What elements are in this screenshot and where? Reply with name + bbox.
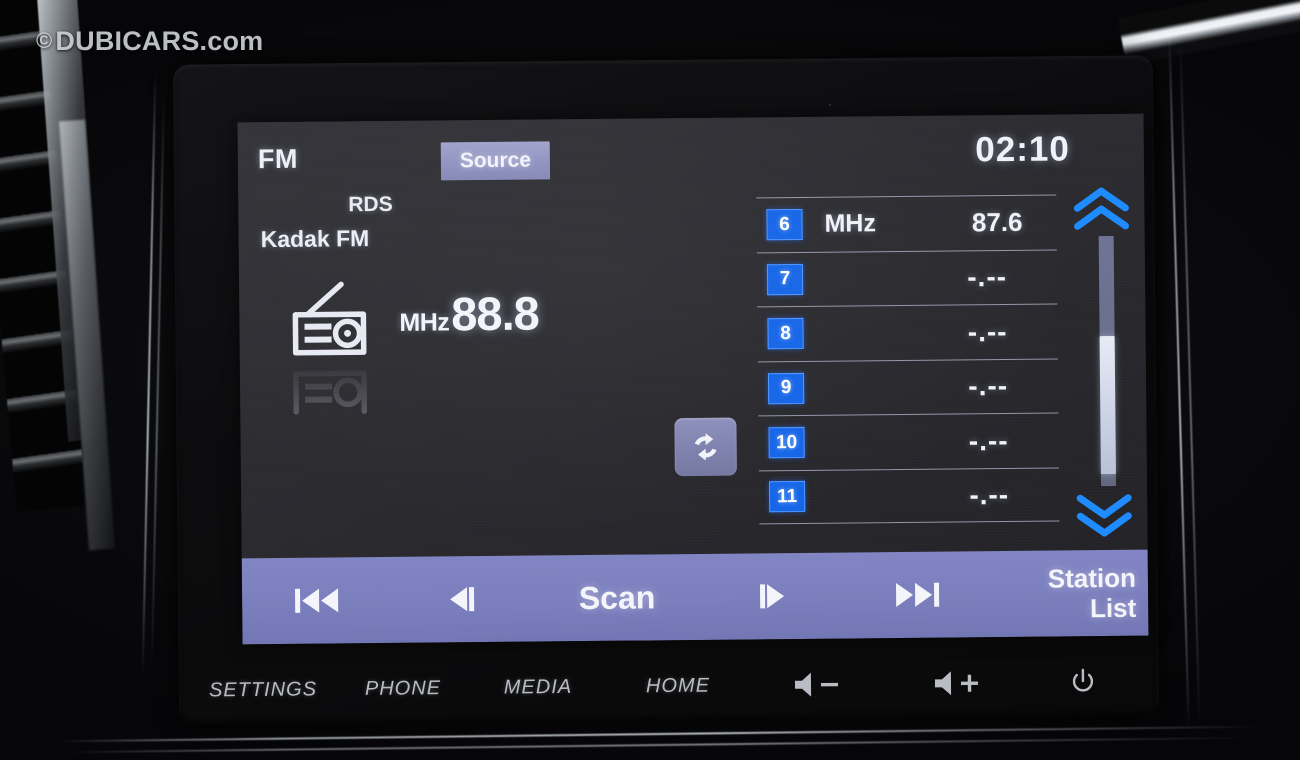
settings-button[interactable]: SETTINGS — [188, 658, 339, 721]
preset-unit: MHz — [824, 209, 877, 238]
station-list-line2: List — [1089, 592, 1137, 624]
volume-up-icon — [934, 671, 979, 696]
tune-up-button[interactable] — [702, 553, 843, 640]
station-list-button[interactable]: Station List — [990, 550, 1141, 637]
current-frequency: MHz 88.8 — [399, 285, 539, 341]
chevron-double-up-icon — [1073, 187, 1130, 230]
preset-value: -.-- — [967, 315, 1008, 348]
watermark-text: DUBICARS.com — [55, 26, 264, 56]
volume-down-icon — [794, 672, 839, 697]
preset-value: -.-- — [968, 424, 1009, 457]
scrollbar-thumb[interactable] — [1099, 335, 1116, 475]
preset-value: -.-- — [968, 370, 1009, 402]
skip-next-icon — [895, 582, 940, 608]
preset-station-list: 6 MHz 87.6 7 -.-- 8 -.-- 9 -.-- 10 -.-- … — [756, 194, 1060, 525]
preset-number: 8 — [767, 318, 804, 350]
tune-down-icon — [450, 587, 475, 612]
preset-row[interactable]: 6 MHz 87.6 — [756, 194, 1057, 252]
phone-button[interactable]: PHONE — [338, 657, 469, 720]
preset-row[interactable]: 9 -.-- — [757, 357, 1059, 416]
power-button[interactable] — [1028, 650, 1139, 713]
previous-station-button[interactable] — [242, 557, 393, 644]
preset-row[interactable]: 7 -.-- — [756, 249, 1058, 307]
copyright-symbol: © — [36, 28, 53, 53]
frequency-value: 88.8 — [450, 286, 539, 341]
hardware-button-row: SETTINGS PHONE MEDIA HOME — [176, 650, 1157, 721]
clock: 02:10 — [975, 129, 1070, 170]
power-icon — [1072, 668, 1094, 692]
frequency-unit: MHz — [399, 308, 450, 337]
scan-button[interactable]: Scan — [532, 554, 703, 642]
radio-icon-reflection — [280, 349, 381, 420]
preset-value: -.-- — [967, 261, 1008, 293]
infotainment-display: FM Source 02:10 RDS Kadak FM MHz 88.8 6 … — [237, 113, 1149, 645]
station-name: Kadak FM — [260, 225, 370, 253]
station-list-line1: Station — [1047, 562, 1137, 594]
volume-up-button[interactable] — [888, 652, 1029, 715]
watermark: © DUBICARS.com — [36, 26, 263, 57]
scroll-down-button[interactable] — [1073, 492, 1135, 539]
preset-row[interactable]: 8 -.-- — [757, 303, 1058, 361]
preset-number: 10 — [768, 427, 805, 459]
tune-up-icon — [759, 584, 785, 609]
source-button[interactable]: Source — [440, 141, 551, 181]
rds-label: RDS — [348, 192, 393, 217]
preset-number: 7 — [766, 263, 804, 296]
preset-row[interactable]: 11 -.-- — [758, 466, 1060, 525]
refresh-icon — [694, 433, 717, 461]
band-label: FM — [257, 143, 298, 175]
preset-value: -.-- — [969, 478, 1010, 511]
refresh-button[interactable] — [674, 417, 737, 477]
tune-down-button[interactable] — [392, 556, 533, 643]
preset-number: 9 — [767, 372, 805, 405]
preset-row[interactable]: 10 -.-- — [758, 412, 1059, 470]
scroll-up-button[interactable] — [1070, 186, 1132, 233]
skip-previous-icon — [294, 588, 339, 613]
playback-control-bar: Scan Station List — [241, 549, 1149, 645]
next-station-button[interactable] — [842, 551, 993, 638]
preset-number: 11 — [768, 481, 806, 513]
preset-number: 6 — [766, 209, 803, 241]
home-button[interactable]: HOME — [608, 654, 749, 717]
chevron-double-down-icon — [1076, 494, 1132, 537]
preset-value: 87.6 — [971, 207, 1023, 238]
dashboard-photo: FM Source 02:10 RDS Kadak FM MHz 88.8 6 … — [0, 0, 1300, 760]
volume-down-button[interactable] — [748, 653, 889, 716]
media-button[interactable]: MEDIA — [468, 656, 609, 719]
